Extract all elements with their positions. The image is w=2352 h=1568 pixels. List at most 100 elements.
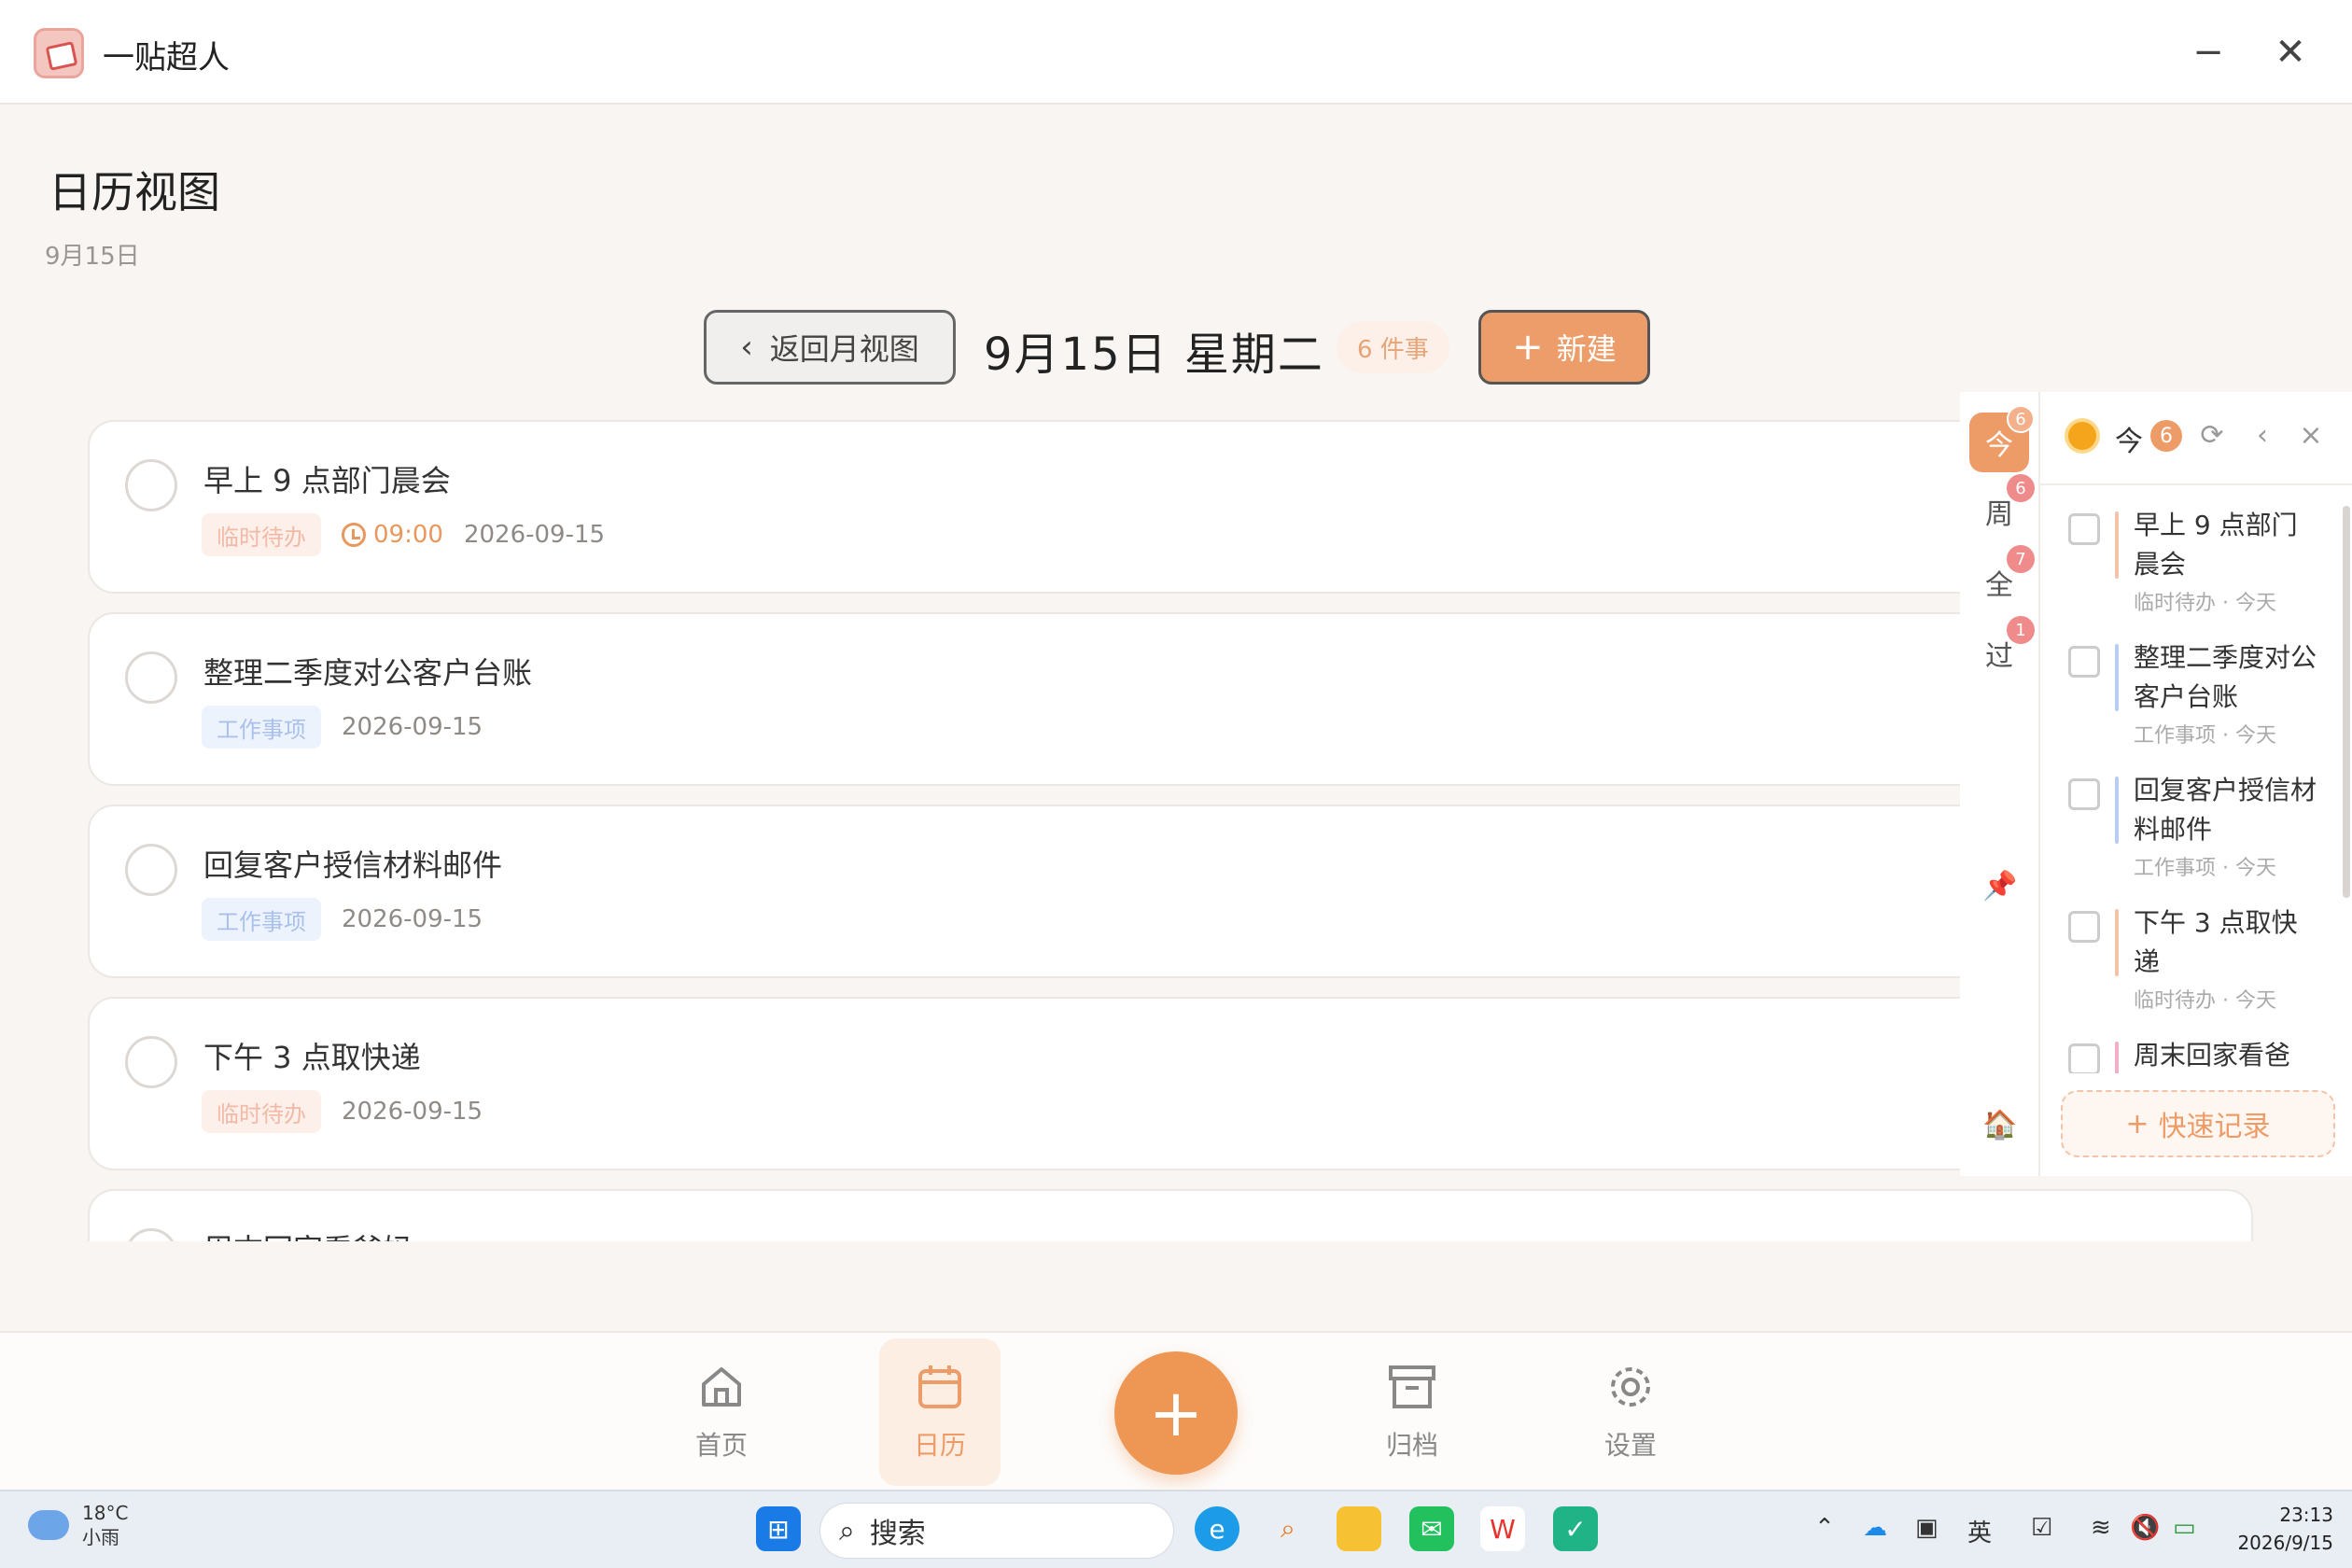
side-tab-overdue[interactable]: 过 1 [1969, 616, 2035, 683]
task-count-badge: 6 件事 [1337, 321, 1449, 373]
task-checkbox[interactable] [125, 844, 177, 896]
page-title: 日历视图 [49, 167, 220, 217]
task-title: 整理二季度对公客户台账 [203, 655, 533, 691]
app-icon[interactable]: ✓ [1553, 1506, 1598, 1551]
rain-cloud-icon [28, 1510, 69, 1540]
app-tray-icon[interactable]: ▣ [1915, 1514, 1939, 1542]
side-panel: 今 6 ⟳ ‹ × 早上 9 点部门晨会 临时待办 · 今天 整理二季度对公客户… [2038, 392, 2352, 1176]
panel-task-checkbox[interactable] [2068, 1043, 2100, 1073]
panel-task-color-bar [2115, 644, 2119, 711]
task-tag: 工作事项 [202, 706, 321, 749]
close-icon[interactable]: × [2292, 416, 2330, 454]
side-tab-count: 6 [2007, 474, 2035, 502]
taskbar-clock[interactable]: 23:13 2026/9/15 [2221, 1501, 2333, 1557]
task-date: 2026-09-15 [342, 713, 483, 741]
close-button[interactable]: ✕ [2261, 22, 2320, 82]
search-icon: ⌕ [839, 1514, 855, 1547]
wechat-icon[interactable]: ✉ [1409, 1506, 1454, 1551]
panel-task-color-bar [2115, 511, 2119, 579]
chevron-left-icon[interactable]: ‹ [2244, 416, 2281, 454]
task-card[interactable]: 下午 3 点取快递 临时待办 2026-09-15 [88, 997, 2253, 1170]
file-explorer-icon[interactable] [1337, 1506, 1381, 1551]
wps-icon[interactable]: W [1480, 1506, 1525, 1551]
panel-task-title: 早上 9 点部门晨会 [2134, 510, 2298, 580]
panel-task-item[interactable]: 早上 9 点部门晨会 临时待办 · 今天 [2040, 485, 2339, 618]
plus-icon: + [1512, 326, 1544, 369]
panel-header: 今 6 ⟳ ‹ × [2040, 392, 2352, 485]
refresh-icon[interactable]: ⟳ [2193, 416, 2231, 454]
app-title: 一贴超人 [103, 39, 230, 77]
taskbar-search-label: 搜索 [869, 1518, 926, 1550]
home-icon[interactable]: 🏠 [1982, 1109, 2017, 1141]
panel-task-checkbox[interactable] [2068, 646, 2100, 678]
edge-browser-icon[interactable]: e [1195, 1506, 1239, 1551]
task-checkbox[interactable] [125, 459, 177, 511]
task-checkbox[interactable] [125, 1036, 177, 1088]
panel-task-list: 早上 9 点部门晨会 临时待办 · 今天 整理二季度对公客户台账 工作事项 · … [2040, 485, 2339, 1073]
task-card[interactable]: 周末回家看爸妈 [88, 1189, 2253, 1241]
task-date: 2026-09-15 [463, 521, 606, 549]
quick-record-button[interactable]: + 快速记录 [2061, 1090, 2335, 1157]
volume-mute-icon[interactable]: 🔇 [2130, 1514, 2160, 1542]
add-fab-button[interactable]: + [1114, 1351, 1238, 1475]
task-card[interactable]: 回复客户授信材料邮件 工作事项 2026-09-15 [88, 805, 2253, 978]
task-title: 回复客户授信材料邮件 [203, 847, 503, 883]
task-checkbox[interactable] [125, 1228, 177, 1241]
wifi-icon[interactable]: ≋ [2091, 1514, 2111, 1542]
windows-taskbar: 18°C 小雨 ⊞ ⌕ 搜索 e ⌕ ✉ W ✓ ⌃ ☁ ▣ 英 ☑ ≋ 🔇 ▭… [0, 1490, 2352, 1568]
task-checkbox[interactable] [125, 651, 177, 704]
panel-scrollbar[interactable] [2339, 485, 2352, 1073]
weather-widget[interactable]: 18°C 小雨 [28, 1501, 128, 1549]
task-card[interactable]: 整理二季度对公客户台账 工作事项 2026-09-15 [88, 612, 2253, 786]
panel-task-item[interactable]: 回复客户授信材料邮件 工作事项 · 今天 [2040, 750, 2339, 883]
windows-start-icon[interactable]: ⊞ [756, 1506, 801, 1551]
panel-task-color-bar [2115, 777, 2119, 844]
back-to-month-label: 返回月视图 [769, 331, 919, 367]
nav-archive[interactable]: 归档 [1351, 1338, 1473, 1486]
side-tab-count: 7 [2007, 545, 2035, 573]
nav-calendar[interactable]: 日历 [879, 1338, 1001, 1486]
panel-task-checkbox[interactable] [2068, 778, 2100, 810]
nav-calendar-label: 日历 [913, 1430, 966, 1461]
search-app-icon[interactable]: ⌕ [1266, 1506, 1310, 1551]
minimize-button[interactable]: − [2178, 22, 2238, 82]
task-meta: 临时待办 09:00 2026-09-15 [202, 513, 605, 556]
panel-task-meta: 临时待办 · 今天 [2134, 592, 2276, 615]
task-time-text: 09:00 [373, 521, 443, 549]
nav-settings[interactable]: 设置 [1570, 1338, 1691, 1486]
task-time: 09:00 [342, 521, 443, 549]
side-tab-all[interactable]: 全 7 [1969, 545, 2035, 612]
clock-icon [342, 523, 366, 547]
archive-icon [1389, 1365, 1435, 1408]
nav-home-label: 首页 [694, 1430, 748, 1461]
panel-task-checkbox[interactable] [2068, 513, 2100, 545]
day-title: 9月15日 星期二 [984, 329, 1324, 381]
taskbar-search[interactable]: ⌕ 搜索 [819, 1503, 1174, 1559]
new-task-button[interactable]: + 新建 [1478, 310, 1650, 385]
checkbox-tray-icon[interactable]: ☑ [2031, 1514, 2052, 1542]
back-to-month-button[interactable]: ‹ 返回月视图 [704, 310, 956, 385]
task-card[interactable]: 早上 9 点部门晨会 临时待办 09:00 2026-09-15 [88, 420, 2253, 594]
panel-task-title: 下午 3 点取快递 [2134, 907, 2298, 977]
task-date: 2026-09-15 [342, 1098, 483, 1126]
chevron-up-icon[interactable]: ⌃ [1814, 1514, 1835, 1542]
task-list: 早上 9 点部门晨会 临时待办 09:00 2026-09-15 整理二季度对公… [88, 420, 2259, 1241]
pin-icon[interactable]: 📌 [1982, 870, 2017, 903]
panel-task-title: 整理二季度对公客户台账 [2134, 642, 2317, 712]
task-title: 周末回家看爸妈 [203, 1226, 413, 1241]
panel-task-item[interactable]: 周末回家看爸 [2040, 1015, 2339, 1073]
nav-home[interactable]: 首页 [661, 1338, 782, 1486]
battery-icon[interactable]: ▭ [2173, 1514, 2196, 1542]
panel-task-color-bar [2115, 1042, 2119, 1073]
panel-task-item[interactable]: 整理二季度对公客户台账 工作事项 · 今天 [2040, 618, 2339, 750]
nav-settings-label: 设置 [1603, 1430, 1657, 1461]
task-tag: 临时待办 [202, 1090, 321, 1133]
panel-task-item[interactable]: 下午 3 点取快递 临时待办 · 今天 [2040, 883, 2339, 1015]
panel-task-checkbox[interactable] [2068, 911, 2100, 943]
ime-icon[interactable]: 英 [1967, 1514, 1992, 1548]
clock-date: 2026/9/15 [2237, 1532, 2333, 1554]
side-tab-today[interactable]: 今 6 [1969, 405, 2035, 472]
task-date: 2026-09-15 [342, 905, 483, 933]
side-tab-week[interactable]: 周 6 [1969, 474, 2035, 541]
onedrive-icon[interactable]: ☁ [1863, 1514, 1887, 1542]
